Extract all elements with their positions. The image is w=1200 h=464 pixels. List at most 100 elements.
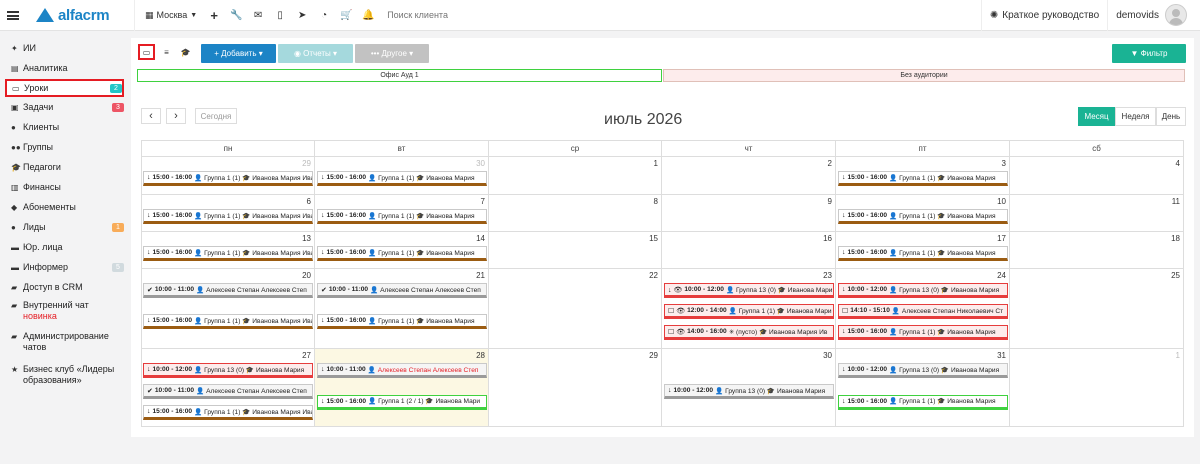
filter-button[interactable]: ▼ Фильтр <box>1112 44 1186 63</box>
calendar-event[interactable]: ↓ 15:00 - 16:00 👤 Группа 1 (1) 🎓 Иванова М… <box>838 394 1008 410</box>
username[interactable]: demovids <box>1108 10 1165 21</box>
day-number[interactable]: 20 <box>302 271 311 280</box>
day-number[interactable]: 6 <box>307 197 311 206</box>
day-number[interactable]: 31 <box>997 351 1006 360</box>
calendar-event[interactable]: ↓ 15:00 - 16:00 👤 Группа 1 (1) 🎓 Иванова М… <box>143 209 313 224</box>
day-number[interactable]: 1 <box>654 159 658 168</box>
day-number[interactable]: 15 <box>649 234 658 243</box>
sidebar-item-groups[interactable]: ●● Группы <box>11 140 124 154</box>
list-view-button[interactable]: ≡ <box>158 44 175 60</box>
calendar-event[interactable]: ↓ 10:00 - 12:00 👤 Группа 13 (0) 🎓 Иванова … <box>143 363 313 378</box>
calendar-event[interactable]: ↓ 👁 10:00 - 12:00 👤 Группа 13 (0) 🎓 Иванов… <box>664 283 834 298</box>
calendar-event[interactable]: ✔ 10:00 - 11:00 👤 Алексеев Степан Алексеев… <box>143 384 313 399</box>
cart-icon[interactable]: 🛒 <box>335 0 357 31</box>
quick-guide-link[interactable]: ✺ Краткое руководство <box>980 0 1109 31</box>
mobile-icon[interactable]: ▯ <box>269 0 291 31</box>
day-number[interactable]: 8 <box>654 197 658 206</box>
day-number[interactable]: 11 <box>1172 197 1180 206</box>
day-cell[interactable]: 4 <box>1010 157 1184 195</box>
prev-month-button[interactable]: ‹ <box>141 108 161 124</box>
reports-button[interactable]: ◉ Отчеты ▾ <box>278 44 353 63</box>
room-no-auditorium[interactable]: Без аудитории <box>663 69 1185 82</box>
day-cell[interactable]: 9 <box>662 195 836 232</box>
whatsapp-icon[interactable]: ◔ <box>313 0 335 31</box>
day-number[interactable]: 1 <box>1176 351 1180 360</box>
day-cell[interactable]: 1 <box>1010 349 1184 427</box>
calendar-event[interactable]: ↓ 15:00 - 16:00 👤 Группа 1 (1) 🎓 Иванова М… <box>317 209 487 224</box>
calendar-event[interactable]: ↓ 15:00 - 16:00 👤 Группа 1 (1) 🎓 Иванова М… <box>143 246 313 261</box>
calendar-event[interactable]: ↓ 15:00 - 16:00 👤 Группа 1 (1) 🎓 Иванова М… <box>838 325 1008 340</box>
calendar-event[interactable]: ↓ 15:00 - 16:00 👤 Группа 1 (1) 🎓 Иванова М… <box>317 246 487 261</box>
sidebar-item-leads[interactable]: ● Лиды 1 <box>11 220 124 234</box>
calendar-event[interactable]: ↓ 10:00 - 12:00 👤 Группа 13 (0) 🎓 Иванова … <box>838 283 1008 298</box>
sidebar-item-chat[interactable]: ▰ Внутренний чат новинка <box>11 300 124 324</box>
calendar-event[interactable]: ↓ 15:00 - 16:00 👤 Группа 1 (1) 🎓 Иванова М… <box>143 405 313 420</box>
day-cell[interactable]: 21 <box>315 269 489 349</box>
plus-icon[interactable]: + <box>203 0 225 31</box>
menu-icon[interactable] <box>7 10 19 20</box>
day-cell[interactable]: 2 <box>662 157 836 195</box>
today-button[interactable]: Сегодня <box>195 108 237 124</box>
sidebar-item-ai[interactable]: ✦ ИИ <box>11 41 124 55</box>
wrench-icon[interactable]: 🔧 <box>225 0 247 31</box>
day-number[interactable]: 10 <box>997 197 1006 206</box>
calendar-event[interactable]: ↓ 15:00 - 16:00 👤 Группа 1 (1) 🎓 Иванова М… <box>317 171 487 186</box>
day-number[interactable]: 14 <box>476 234 485 243</box>
next-month-button[interactable]: › <box>166 108 186 124</box>
calendar-event[interactable]: ☐ 👁 12:00 - 14:00 👤 Группа 1 (1) 🎓 Иванова… <box>664 304 834 319</box>
calendar-event[interactable]: ✔ 10:00 - 11:00 👤 Алексеев Степан Алексеев… <box>143 283 313 298</box>
view-week-button[interactable]: Неделя <box>1115 107 1156 126</box>
day-number[interactable]: 29 <box>302 159 311 168</box>
calendar-event[interactable]: ↓ 15:00 - 16:00 👤 Группа 1 (1) 🎓 Иванова М… <box>143 314 313 329</box>
day-number[interactable]: 9 <box>828 197 832 206</box>
day-number[interactable]: 4 <box>1176 159 1180 168</box>
view-month-button[interactable]: Месяц <box>1078 107 1115 126</box>
day-cell[interactable]: 16 <box>662 232 836 269</box>
sidebar-item-informer[interactable]: ▬ Информер 5 <box>11 260 124 274</box>
bell-icon[interactable]: 🔔 <box>357 0 379 31</box>
calendar-event[interactable]: ☐ 14:10 - 15:10 👤 Алексеев Степан Николаев… <box>838 304 1008 319</box>
day-number[interactable]: 29 <box>649 351 658 360</box>
day-number[interactable]: 28 <box>476 351 485 360</box>
client-search-input[interactable] <box>379 10 580 20</box>
calendar-event[interactable]: ✔ 10:00 - 11:00 👤 Алексеев Степан Алексеев… <box>317 283 487 298</box>
day-number[interactable]: 24 <box>997 271 1006 280</box>
day-number[interactable]: 21 <box>476 271 485 280</box>
day-number[interactable]: 3 <box>1002 159 1006 168</box>
calendar-view-button[interactable]: ▭ <box>138 44 155 60</box>
calendar-event[interactable]: ↓ 10:00 - 12:00 👤 Группа 13 (0) 🎓 Иванова … <box>664 384 834 399</box>
day-number[interactable]: 25 <box>1171 271 1180 280</box>
sidebar-item-clients[interactable]: ● Клиенты <box>11 120 124 134</box>
view-day-button[interactable]: День <box>1156 107 1186 126</box>
day-number[interactable]: 17 <box>997 234 1006 243</box>
calendar-event[interactable]: ↓ 15:00 - 16:00 👤 Группа 1 (1) 🎓 Иванова М… <box>317 314 487 329</box>
telegram-icon[interactable]: ➤ <box>291 0 313 31</box>
calendar-event[interactable]: ↓ 15:00 - 16:00 👤 Группа 1 (1) 🎓 Иванова М… <box>143 171 313 186</box>
city-selector[interactable]: ▦ Москва ▼ <box>134 0 203 31</box>
calendar-event[interactable]: ↓ 15:00 - 16:00 👤 Группа 1 (1) 🎓 Иванова М… <box>838 171 1008 186</box>
day-number[interactable]: 16 <box>823 234 832 243</box>
day-cell[interactable]: 11 <box>1010 195 1184 232</box>
day-cell[interactable]: 1 <box>489 157 662 195</box>
day-cell[interactable]: 18 <box>1010 232 1184 269</box>
sidebar-item-club[interactable]: ★ Бизнес клуб «Лидеры образования» <box>11 364 124 388</box>
teacher-view-button[interactable]: 🎓 <box>177 44 194 60</box>
sidebar-item-chat-admin[interactable]: ▰ Администрирование чатов <box>11 331 124 355</box>
other-button[interactable]: ••• Другое ▾ <box>355 44 429 63</box>
day-cell[interactable]: 28 <box>315 349 489 427</box>
sidebar-item-lessons[interactable]: ▭ Уроки 2 <box>5 79 124 97</box>
logo[interactable]: alfacrm <box>36 7 134 24</box>
envelope-icon[interactable]: ✉ <box>247 0 269 31</box>
sidebar-item-crm-access[interactable]: ▰ Доступ в CRM <box>11 280 124 294</box>
day-number[interactable]: 7 <box>481 197 485 206</box>
day-cell[interactable]: 22 <box>489 269 662 349</box>
sidebar-item-analytics[interactable]: ▤ Аналитика <box>11 61 124 75</box>
calendar-event[interactable]: ↓ 10:00 - 12:00 👤 Группа 13 (0) 🎓 Иванова … <box>838 363 1008 378</box>
sidebar-item-teachers[interactable]: 🎓 Педагоги <box>11 160 124 174</box>
day-number[interactable]: 13 <box>302 234 311 243</box>
day-number[interactable]: 2 <box>828 159 832 168</box>
day-cell[interactable]: 29 <box>489 349 662 427</box>
add-button[interactable]: + Добавить ▾ <box>201 44 276 63</box>
day-number[interactable]: 18 <box>1171 234 1180 243</box>
day-number[interactable]: 30 <box>476 159 485 168</box>
